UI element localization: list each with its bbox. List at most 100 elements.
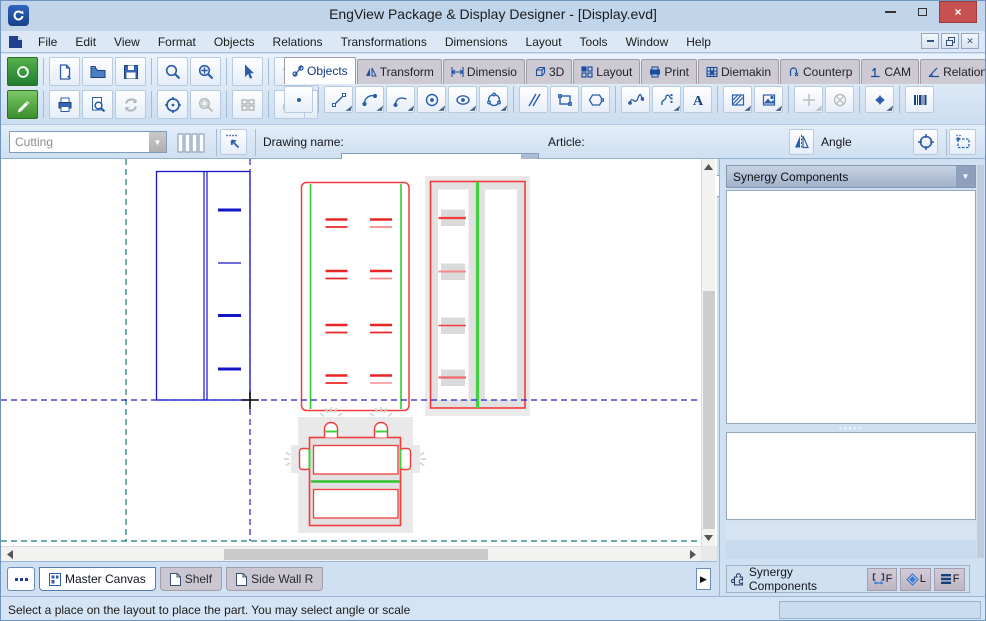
print-preview-button[interactable] <box>82 90 113 119</box>
curve-tool[interactable]: ◢ <box>386 86 415 113</box>
tab-overflow-button[interactable] <box>7 567 35 591</box>
zoom-button[interactable] <box>157 57 188 86</box>
mdi-minimize-button[interactable] <box>921 33 939 49</box>
horizontal-scroll-thumb[interactable] <box>224 549 488 560</box>
arc-tool[interactable]: ◢ <box>355 86 384 113</box>
tab-relations[interactable]: Relations <box>920 59 986 84</box>
tab-transform[interactable]: Transform <box>357 59 442 84</box>
print-button[interactable] <box>49 90 80 119</box>
point-tool[interactable] <box>284 86 313 113</box>
components-list[interactable] <box>726 190 976 424</box>
menu-view[interactable]: View <box>105 33 149 51</box>
freehand-tool[interactable]: ◢ <box>652 86 681 113</box>
circle-tool[interactable]: ◢ <box>417 86 446 113</box>
maximize-button[interactable] <box>907 1 937 23</box>
circle-3-point-tool[interactable]: ◢ <box>479 86 508 113</box>
menu-transformations[interactable]: Transformations <box>332 33 436 51</box>
vertical-scrollbar[interactable] <box>701 159 715 546</box>
layer-panels-icon[interactable] <box>177 133 207 153</box>
hatch-tool[interactable]: ◢ <box>723 86 752 113</box>
select-arrow-button[interactable] <box>232 57 263 86</box>
tab-counterplate[interactable]: Counterp <box>780 59 860 84</box>
part-side-wall-blue[interactable] <box>157 172 251 401</box>
scroll-up-icon[interactable] <box>702 161 715 173</box>
svg-text:A: A <box>692 94 703 108</box>
scroll-right-icon[interactable] <box>687 548 699 561</box>
mirror-button[interactable] <box>789 129 814 155</box>
tab-3d[interactable]: 3D <box>526 59 572 84</box>
synergy-header-label: Synergy Components <box>727 170 956 184</box>
part-side-wall-red[interactable] <box>302 183 410 411</box>
rectangle-tool[interactable] <box>550 86 579 113</box>
synergy-components-tab[interactable]: Synergy Components <box>731 565 864 593</box>
synergy-header-dropdown[interactable]: Synergy Components ▼ <box>726 165 976 188</box>
vertical-scroll-thumb[interactable] <box>703 291 715 529</box>
panel-lower-bar <box>726 521 976 540</box>
grid-button[interactable] <box>232 90 263 119</box>
menu-file[interactable]: File <box>29 33 66 51</box>
tab-master-canvas[interactable]: Master Canvas <box>39 567 156 591</box>
edit-drawing-button[interactable] <box>7 90 38 119</box>
image-tool[interactable]: ◢ <box>754 86 783 113</box>
menu-dimensions[interactable]: Dimensions <box>436 33 517 51</box>
menu-layout[interactable]: Layout <box>517 33 571 51</box>
placement-target-button[interactable] <box>913 129 938 155</box>
menu-help[interactable]: Help <box>677 33 720 51</box>
menu-relations[interactable]: Relations <box>264 33 332 51</box>
refresh-button[interactable] <box>115 90 146 119</box>
tab-layout[interactable]: Layout <box>573 59 640 84</box>
tab-cam[interactable]: CAM <box>861 59 919 84</box>
dimension-cross-tool[interactable]: ◢ <box>794 86 823 113</box>
tab-print[interactable]: Print <box>641 59 697 84</box>
tab-side-wall-r[interactable]: Side Wall R <box>226 567 323 591</box>
close-button[interactable]: × <box>939 1 977 23</box>
rect-select-button[interactable] <box>949 129 976 155</box>
menu-window[interactable]: Window <box>617 33 678 51</box>
window-title: EngView Package & Display Designer - [Di… <box>1 6 985 22</box>
ellipse-tool[interactable]: ◢ <box>448 86 477 113</box>
line-tool[interactable]: ◢ <box>324 86 353 113</box>
menu-objects[interactable]: Objects <box>205 33 264 51</box>
horizontal-scrollbar[interactable] <box>1 546 701 561</box>
scroll-left-icon[interactable] <box>4 548 16 561</box>
engview-home-button[interactable] <box>7 57 38 86</box>
fit-width-button[interactable]: F <box>867 568 898 591</box>
spline-tool[interactable] <box>621 86 650 113</box>
panel-splitter[interactable]: ••••• <box>726 426 976 431</box>
component-preview[interactable] <box>726 432 976 520</box>
part-side-wall-ghost[interactable] <box>425 176 530 416</box>
minimize-button[interactable] <box>875 1 905 23</box>
scroll-down-icon[interactable] <box>702 532 715 544</box>
pick-point-button[interactable] <box>220 129 247 155</box>
document-icon <box>8 35 23 49</box>
menu-format[interactable]: Format <box>149 33 205 51</box>
design-canvas[interactable] <box>1 159 701 546</box>
save-button[interactable] <box>115 57 146 86</box>
layer-combobox[interactable]: Cutting ▼ <box>9 131 167 153</box>
parallel-lines-tool[interactable] <box>519 86 548 113</box>
tab-shelf[interactable]: Shelf <box>160 567 222 591</box>
new-document-button[interactable] <box>49 57 80 86</box>
tab-diemaking[interactable]: Diemakin <box>698 59 779 84</box>
menu-tools[interactable]: Tools <box>571 33 617 51</box>
stack-rows-button[interactable]: F <box>934 568 965 591</box>
tab-scroll-right-button[interactable]: ▶ <box>696 568 711 590</box>
mdi-restore-button[interactable] <box>941 33 959 49</box>
barcode-tool[interactable] <box>905 86 934 113</box>
menu-edit[interactable]: Edit <box>66 33 105 51</box>
polygon-tool[interactable] <box>581 86 610 113</box>
circle-cross-tool[interactable] <box>825 86 854 113</box>
open-folder-button[interactable] <box>82 57 113 86</box>
part-shelf[interactable] <box>284 407 426 533</box>
zoom-extents-button[interactable] <box>190 57 221 86</box>
resize-arrows-tool[interactable]: ◢ <box>865 86 894 113</box>
zoom-previous-button[interactable] <box>190 90 221 119</box>
maximize-icon <box>918 8 927 16</box>
zoom-window-button[interactable] <box>157 90 188 119</box>
diamond-layers-button[interactable]: L <box>900 568 931 591</box>
mdi-close-button[interactable]: ✕ <box>961 33 979 49</box>
tab-dimension[interactable]: Dimensio <box>443 59 525 84</box>
options-bar: Cutting ▼ Drawing name: Side Wall L ▼ Ar… <box>1 125 985 159</box>
tab-objects[interactable]: Objects <box>284 57 356 84</box>
text-tool[interactable]: A <box>683 86 712 113</box>
